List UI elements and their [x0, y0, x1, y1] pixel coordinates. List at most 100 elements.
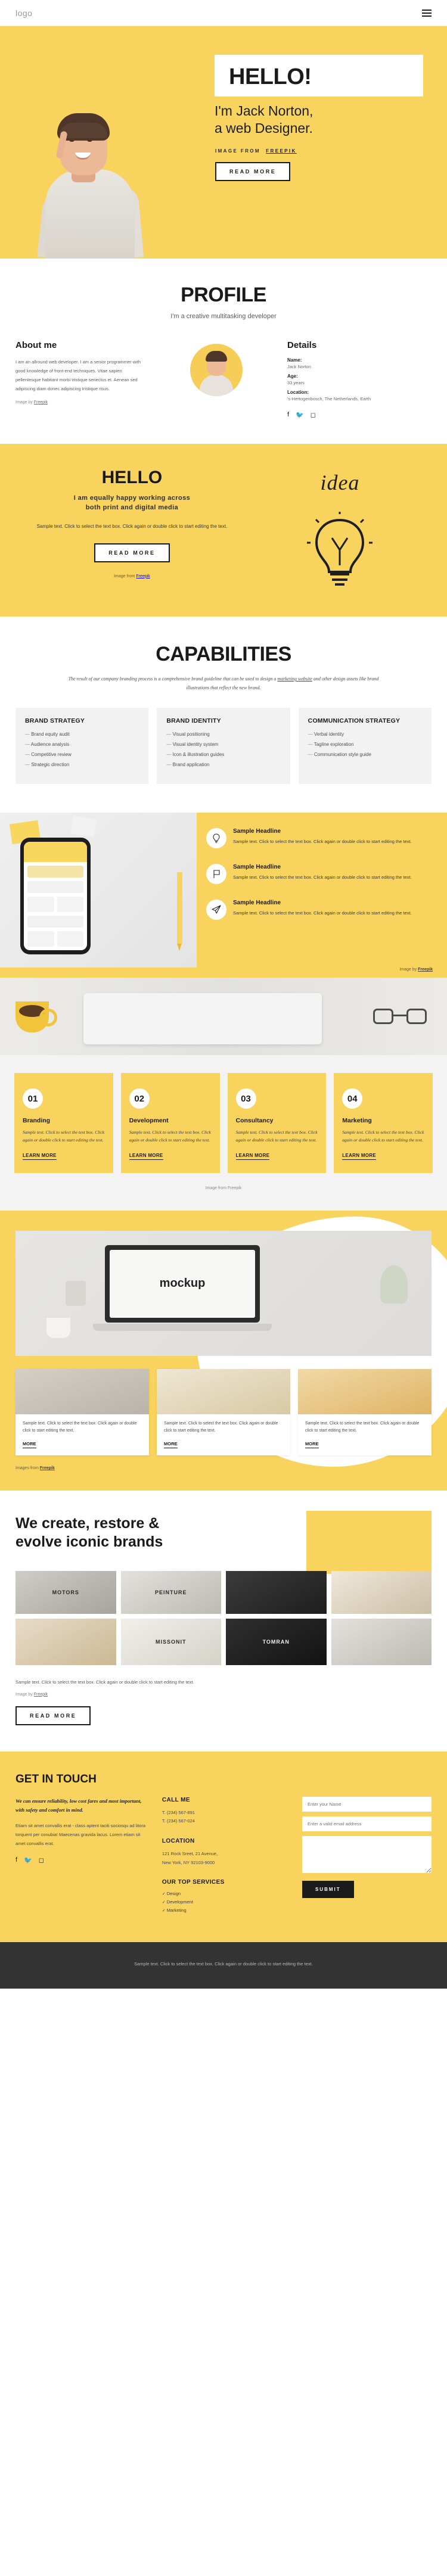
detail-value: Jack Norton: [287, 364, 312, 369]
detail-value: 's-Hertogenbosch, The Netherlands, Earth: [287, 396, 371, 402]
service-body: Sample text. Click to select the text bo…: [23, 1130, 105, 1143]
portfolio-thumb[interactable]: Sample text. Click to select the text bo…: [15, 1368, 149, 1456]
footer-text: Sample text. Click to select the text bo…: [134, 1961, 313, 1967]
profile-social-links: f 🐦 ◻: [287, 411, 424, 419]
service-learn-more-link[interactable]: LEARN MORE: [23, 1153, 57, 1160]
instagram-icon[interactable]: ◻: [311, 411, 316, 419]
brand-tile[interactable]: MISSONIT: [120, 1618, 221, 1665]
mockup-credit-link[interactable]: Freepik: [40, 1466, 55, 1470]
capability-item: Tagline exploration: [308, 742, 422, 747]
brands-title: We create, restore & evolve iconic brand…: [15, 1514, 230, 1552]
decorative-yellow-block: [306, 1511, 432, 1575]
service-learn-more-link[interactable]: LEARN MORE: [129, 1153, 163, 1160]
brand-tile-label: MISSONIT: [155, 1638, 187, 1645]
hero-section: HELLO! I'm Jack Norton, a web Designer. …: [0, 26, 447, 259]
hamburger-menu-icon[interactable]: [422, 9, 432, 17]
feature-headline: Sample Headline: [233, 864, 281, 871]
brands-read-more-button[interactable]: READ MORE: [15, 1706, 91, 1725]
capability-item: Communication style guide: [308, 752, 422, 757]
brand-tile[interactable]: [331, 1618, 432, 1665]
top-services-heading: OUR TOP SERVICES: [162, 1879, 225, 1886]
feature-item: Sample Headline Sample text. Click to se…: [206, 828, 433, 849]
capability-item: Verbal identity: [308, 732, 422, 737]
contact-email-input[interactable]: [302, 1816, 432, 1831]
service-number: 03: [235, 1088, 256, 1109]
capabilities-lead-link[interactable]: marketing website: [277, 676, 312, 682]
profile-avatar-column: [154, 340, 279, 419]
portfolio-thumb-body: Sample text. Click to select the text bo…: [23, 1421, 137, 1433]
contact-social-links: f 🐦 ◻: [15, 1856, 151, 1864]
brand-tile[interactable]: TOMRAN: [226, 1618, 327, 1665]
portfolio-more-link[interactable]: MORE: [164, 1441, 178, 1449]
laptop-base: [93, 1323, 272, 1331]
hello-title: HELLO: [101, 468, 163, 487]
phone-number-1[interactable]: T. (234) 567-891: [162, 1809, 291, 1818]
portfolio-thumb-body: Sample text. Click to select the text bo…: [305, 1421, 420, 1433]
service-learn-more-link[interactable]: LEARN MORE: [342, 1153, 377, 1160]
contact-form-column: SUBMIT: [302, 1796, 432, 1917]
service-card-branding[interactable]: 01 Branding Sample text. Click to select…: [14, 1073, 113, 1173]
feature-headline: Sample Headline: [233, 900, 281, 907]
pencil-pot-image: [66, 1280, 86, 1306]
brand-tile[interactable]: [331, 1570, 432, 1614]
contact-message-textarea[interactable]: [302, 1835, 432, 1873]
contact-section: GET IN TOUCH We can ensure reliability, …: [0, 1751, 447, 1943]
service-learn-more-link[interactable]: LEARN MORE: [235, 1153, 270, 1160]
features-credit-link[interactable]: Freepik: [418, 967, 433, 972]
facebook-icon[interactable]: f: [15, 1856, 17, 1864]
portfolio-more-link[interactable]: MORE: [305, 1441, 319, 1449]
capability-card-communication-strategy: COMMUNICATION STRATEGY Verbal identity T…: [298, 708, 432, 785]
contact-submit-button[interactable]: SUBMIT: [302, 1880, 354, 1898]
hero-read-more-button[interactable]: READ MORE: [215, 162, 291, 181]
feature-item: Sample Headline Sample text. Click to se…: [206, 864, 433, 885]
facebook-icon[interactable]: f: [287, 411, 289, 419]
hello-credit-link[interactable]: Freepik: [136, 574, 150, 578]
brands-credit-link[interactable]: Freepik: [34, 1693, 48, 1697]
logo[interactable]: logo: [15, 8, 32, 18]
brand-tile[interactable]: MOTORS: [15, 1570, 116, 1614]
mockup-section: mockup Sample text. Click to select the …: [0, 1210, 447, 1491]
location-heading: LOCATION: [162, 1838, 195, 1845]
hello-credit-prefix: Image from: [114, 574, 135, 578]
hero-subtitle-line2: a web Designer.: [215, 120, 313, 136]
features-credit: Image by Freepik: [0, 967, 447, 978]
phone-number-2[interactable]: T. (234) 567-024: [162, 1817, 291, 1826]
features-section: Sample Headline Sample text. Click to se…: [0, 813, 447, 968]
service-card-development[interactable]: 02 Development Sample text. Click to sel…: [120, 1073, 220, 1173]
twitter-icon[interactable]: 🐦: [296, 411, 304, 419]
portfolio-thumb-image: [298, 1368, 432, 1414]
hello-read-more-button[interactable]: READ MORE: [94, 543, 170, 562]
portfolio-more-link[interactable]: MORE: [23, 1441, 36, 1449]
brand-tile[interactable]: [15, 1618, 116, 1665]
capability-item: Visual identity system: [166, 742, 280, 747]
capability-card-heading: BRAND IDENTITY: [166, 717, 221, 725]
top-service-item: Development: [162, 1899, 291, 1905]
service-title: Marketing: [342, 1117, 372, 1125]
keyboard-image: [83, 993, 322, 1045]
detail-row-age: Age: 33 years: [287, 374, 424, 385]
smartphone-device: [20, 838, 91, 955]
laptop-mockup-image: mockup: [15, 1230, 432, 1356]
profile-section: PROFILE I'm a creative multitasking deve…: [0, 259, 447, 444]
instagram-icon[interactable]: ◻: [39, 1856, 44, 1864]
service-card-consultancy[interactable]: 03 Consultancy Sample text. Click to sel…: [227, 1073, 327, 1173]
hero-image-credit: IMAGE FROM FREEPIK: [215, 148, 297, 154]
call-me-heading: CALL ME: [162, 1796, 190, 1803]
hello-idea-section: HELLO I am equally happy working across …: [0, 444, 447, 617]
portfolio-thumb[interactable]: Sample text. Click to select the text bo…: [157, 1368, 290, 1456]
contact-name-input[interactable]: [302, 1796, 432, 1812]
brands-body: Sample text. Click to select the text bo…: [15, 1679, 194, 1685]
brand-tile-label: TOMRAN: [262, 1638, 290, 1645]
capabilities-title: CAPABILITIES: [156, 643, 291, 665]
about-me-heading: About me: [15, 340, 57, 350]
twitter-icon[interactable]: 🐦: [24, 1856, 32, 1864]
brand-tile[interactable]: [226, 1570, 327, 1614]
about-credit-link[interactable]: Freepik: [34, 400, 48, 405]
capabilities-lead-part1: The result of our company branding proce…: [68, 676, 278, 682]
portfolio-thumb[interactable]: Sample text. Click to select the text bo…: [298, 1368, 432, 1456]
brand-tile[interactable]: PEINTURE: [120, 1570, 221, 1614]
hero-credit-link[interactable]: FREEPIK: [266, 148, 296, 154]
contact-info-column: CALL ME T. (234) 567-891 T. (234) 567-02…: [162, 1797, 291, 1917]
service-card-marketing[interactable]: 04 Marketing Sample text. Click to selec…: [334, 1073, 433, 1173]
mug-image: [46, 1317, 70, 1338]
